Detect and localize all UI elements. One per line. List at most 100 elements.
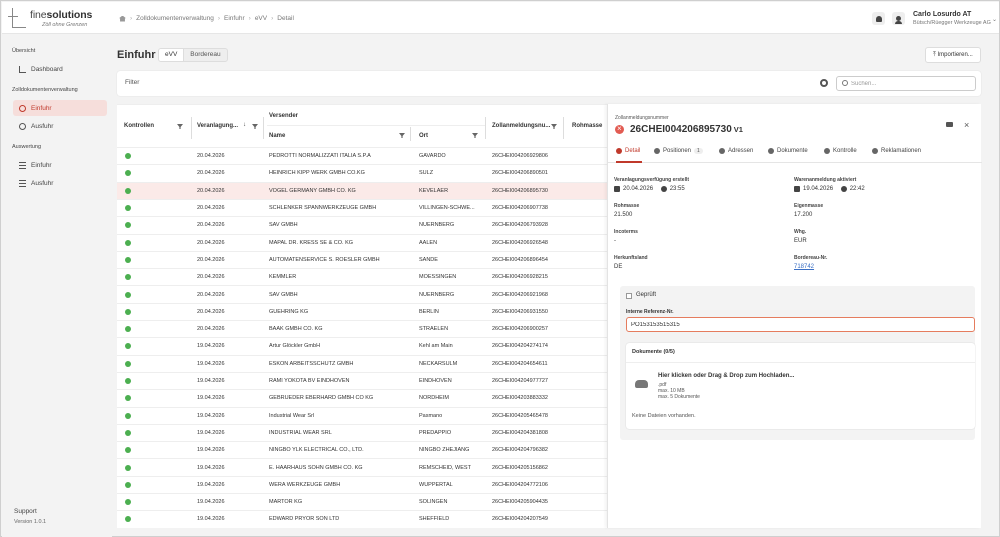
- column-header-veranlagung[interactable]: Veranlagung...: [197, 123, 238, 129]
- table-row[interactable]: 20.04.2026 PEDROTTI NORMALIZZATI ITALIA S…: [117, 147, 607, 164]
- table-row[interactable]: 19.04.2026 MARTOR KG SOLINGEN 26CHEI0042059…: [117, 493, 607, 510]
- tab-kontrolle[interactable]: Kontrolle: [824, 148, 857, 154]
- cell-date: 20.04.2026: [197, 274, 225, 281]
- geprueft-label[interactable]: Geprüft: [636, 292, 656, 298]
- search-input[interactable]: [851, 79, 971, 89]
- table-row[interactable]: 20.04.2026 KEMMLER MOESSINGEN 26CHEI0042069…: [117, 268, 607, 285]
- table-row[interactable]: 20.04.2026 SAV GMBH NUERNBERG 26CHEI0042069…: [117, 285, 607, 302]
- column-header-zollanmeldung[interactable]: Zollanmeldungsnu...: [492, 123, 550, 129]
- sidebar-item-dashboard[interactable]: Dashboard: [13, 61, 107, 77]
- cell-nr: 26CHEI004204654611: [492, 360, 548, 367]
- check-icon: [824, 148, 830, 154]
- table-row[interactable]: 19.04.2026 WERA WERKZEUGE GMBH WUPPERTAL 26…: [117, 475, 607, 493]
- support-link[interactable]: Support: [14, 508, 37, 515]
- cell-ort: NUERNBERG: [419, 291, 455, 298]
- check-circle-icon: [125, 499, 131, 506]
- table-row[interactable]: 20.04.2026 VOGEL GERMANY GMBH CO. KG KEVEL…: [117, 181, 607, 199]
- check-circle-icon: [125, 256, 131, 263]
- cell-name: VOGEL GERMANY GMBH CO. KG: [269, 187, 356, 194]
- cell-nr: 26CHEI004206928215: [492, 274, 548, 281]
- sidebar-item-ausfuhr[interactable]: Ausfuhr: [13, 118, 107, 134]
- comment-icon[interactable]: [946, 122, 953, 127]
- cell-name: E. HAARHAUS SOHN GMBH CO. KG: [269, 464, 363, 471]
- table-row[interactable]: 19.04.2026 Artur Glöckler GmbH Kehl am Mai…: [117, 337, 607, 354]
- table-row[interactable]: 19.04.2026 NINGBO YLK ELECTRICAL CO., LTD…: [117, 441, 607, 458]
- check-circle-icon: [125, 447, 131, 454]
- gear-icon[interactable]: [820, 79, 828, 87]
- check-circle-icon: [125, 395, 131, 402]
- cell-name: ESKON ARBEITSSCHUTZ GMBH: [269, 360, 354, 367]
- table-row[interactable]: 20.04.2026 SCHLENKER SPANNWERKZEUGE GMBH V…: [117, 198, 607, 216]
- cell-ort: SANDE: [419, 256, 438, 263]
- sidebar-item-auswertung-ausfuhr[interactable]: Ausfuhr: [13, 175, 107, 191]
- column-header-rohmasse[interactable]: Rohmasse: [572, 123, 602, 129]
- profile-button[interactable]: [892, 12, 905, 25]
- cell-name: MAPAL DR. KRESS SE & CO. KG: [269, 239, 354, 246]
- home-icon[interactable]: [119, 15, 126, 22]
- column-header-name[interactable]: Name: [269, 133, 285, 139]
- clock-icon: [660, 186, 667, 192]
- breadcrumb-item[interactable]: Einfuhr: [224, 15, 245, 22]
- cell-name: PEDROTTI NORMALIZZATI ITALIA S.P.A: [269, 153, 371, 160]
- cell-nr: 26CHEI004206896454: [492, 256, 548, 263]
- table-row[interactable]: 20.04.2026 GUEHRING KG BERLIN 26CHEI0042069…: [117, 302, 607, 320]
- table-row[interactable]: 20.04.2026 AUTOMATENSERVICE S. ROESLER GM…: [117, 250, 607, 268]
- filter-icon[interactable]: [472, 133, 478, 138]
- breadcrumb-item[interactable]: eVV: [255, 15, 267, 22]
- table-row[interactable]: 20.04.2026 SAV GMBH NUERNBERG 26CHEI0042067…: [117, 216, 607, 233]
- segment-evv[interactable]: eVV: [159, 49, 185, 61]
- field-label: Bordereau-Nr.: [794, 255, 828, 261]
- import-icon: [19, 104, 26, 112]
- notifications-button[interactable]: [872, 12, 885, 25]
- filter-icon[interactable]: [177, 124, 183, 129]
- cell-nr: 26CHEI004204274174: [492, 343, 548, 350]
- table-row[interactable]: 19.04.2026 Industrial Wear Srl Pasmano 26CH…: [117, 406, 607, 424]
- tab-positionen[interactable]: Positionen 1: [654, 148, 703, 154]
- count-badge: 1: [694, 148, 703, 154]
- breadcrumb-item[interactable]: Zolldokumentenverwaltung: [136, 15, 214, 22]
- table-row[interactable]: 19.04.2026 ESKON ARBEITSSCHUTZ GMBH NECKAR…: [117, 354, 607, 372]
- table-row[interactable]: 19.04.2026 RAMI YOKOTA BV EINDHOVEN EINDHO…: [117, 371, 607, 389]
- tab-reklamationen[interactable]: Reklamationen: [872, 148, 921, 154]
- chevron-down-icon[interactable]: ⌄: [992, 16, 997, 23]
- geprueft-checkbox[interactable]: [626, 293, 632, 299]
- cell-name: INDUSTRIAL WEAR SRL: [269, 429, 332, 436]
- sidebar-item-einfuhr[interactable]: Einfuhr: [13, 100, 107, 116]
- table-row[interactable]: 20.04.2026 HEINRICH KIPP WERK GMBH CO.KG S…: [117, 164, 607, 181]
- table-row[interactable]: 19.04.2026 GEBRUEDER EBERHARD GMBH CO KG N…: [117, 389, 607, 406]
- filter-icon[interactable]: [399, 133, 405, 138]
- internal-reference-input[interactable]: [626, 317, 975, 332]
- cell-nr: 26CHEI004203883332: [492, 395, 548, 402]
- tab-detail[interactable]: Detail: [616, 148, 640, 154]
- upload-dropzone[interactable]: Hier klicken oder Drag & Drop zum Hochla…: [658, 373, 794, 379]
- filter-label[interactable]: Filter: [125, 79, 139, 86]
- field-label: Eigenmasse: [794, 203, 824, 209]
- cell-date: 19.04.2026: [197, 395, 225, 402]
- cell-nr: 26CHEI004206931550: [492, 308, 548, 315]
- cell-nr: 26CHEI004204977727: [492, 378, 548, 385]
- filter-icon[interactable]: [551, 124, 557, 129]
- table-row[interactable]: 19.04.2026 INDUSTRIAL WEAR SRL PREDAPPIO 26…: [117, 423, 607, 441]
- version-badge: V1: [733, 125, 743, 134]
- table-row[interactable]: 20.04.2026 BAAK GMBH CO. KG STRAELEN 26CHEI…: [117, 320, 607, 337]
- table-row[interactable]: 19.04.2026 E. HAARHAUS SOHN GMBH CO. KG RE…: [117, 458, 607, 475]
- segment-bordereau[interactable]: Bordereau: [184, 49, 226, 61]
- bordereau-link[interactable]: 718742: [794, 264, 814, 270]
- close-icon[interactable]: ×: [964, 120, 969, 130]
- tab-adressen[interactable]: Adressen: [719, 148, 753, 154]
- address-icon: [719, 148, 725, 154]
- check-circle-icon: [125, 481, 131, 488]
- tab-dokumente[interactable]: Dokumente: [768, 148, 808, 154]
- table-row[interactable]: 19.04.2026 EDWARD PRYOR SON LTD SHEFFIELD 2…: [117, 510, 607, 527]
- filter-icon[interactable]: [252, 124, 258, 129]
- table-row[interactable]: 20.04.2026 MAPAL DR. KRESS SE & CO. KG AAL…: [117, 233, 607, 251]
- sidebar-item-label: Ausfuhr: [31, 122, 54, 130]
- column-header-kontrollen[interactable]: Kontrollen: [124, 123, 154, 129]
- column-header-ort[interactable]: Ort: [419, 133, 428, 139]
- sort-desc-icon[interactable]: ↓: [243, 122, 246, 128]
- sidebar-item-auswertung-einfuhr[interactable]: Einfuhr: [13, 157, 107, 173]
- logo[interactable]: finesolutions Zöll ohne Grenzen: [8, 6, 112, 32]
- import-button[interactable]: ⤒ Importieren...: [925, 47, 981, 63]
- cloud-upload-icon[interactable]: [635, 380, 648, 388]
- app-frame: finesolutions Zöll ohne Grenzen › Zolldo…: [0, 0, 1000, 537]
